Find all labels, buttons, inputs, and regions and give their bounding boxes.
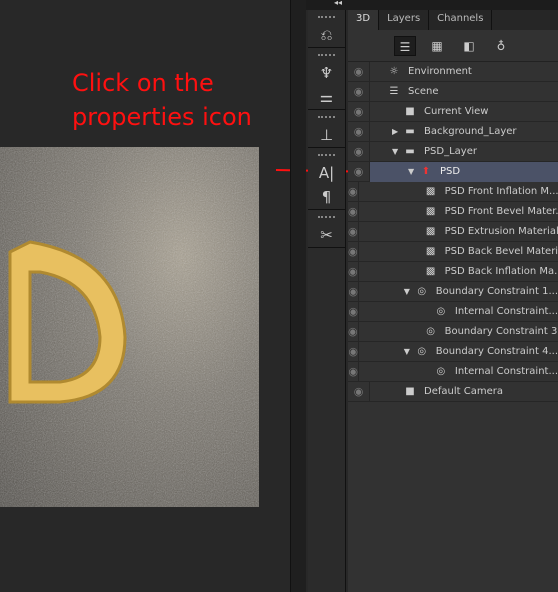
3d-render-image [0, 147, 259, 507]
visibility-eye-icon[interactable]: ◉ [348, 361, 360, 382]
tree-row-label: Boundary Constraint 1... [435, 286, 558, 297]
document-canvas[interactable]: Click on the properties icon [0, 0, 290, 592]
tool-presets-icon[interactable]: ✂ [308, 223, 345, 247]
filter-light-icon[interactable]: ♁ [490, 36, 512, 56]
tree-row[interactable]: ◉ ▩ PSD Front Inflation M... [348, 181, 558, 202]
3d-panel: 3D Layers Channels ☰ ▦ ◧ ♁ ◉ ☼ Environme… [348, 10, 558, 592]
scene-icon: ☰ [389, 86, 399, 97]
visibility-eye-icon[interactable]: ◉ [348, 61, 370, 82]
tree-row-label: Default Camera [424, 386, 503, 397]
expand-toggle[interactable]: ▼ [404, 347, 414, 356]
letter-d-render [0, 147, 259, 507]
filter-material-icon[interactable]: ◧ [458, 36, 480, 56]
tree-row[interactable]: ◉ ▩ PSD Back Bevel Material [348, 241, 558, 262]
visibility-eye-icon[interactable]: ◉ [348, 301, 360, 322]
annotation-line: properties icon [72, 103, 252, 131]
tree-row-label: Scene [408, 86, 439, 97]
material-icon: ▩ [425, 206, 436, 217]
folder-icon: ▬ [405, 146, 415, 157]
visibility-eye-icon[interactable]: ◉ [348, 161, 370, 182]
camera-icon: ■ [405, 386, 415, 397]
tree-row[interactable]: ◉ ▼ ◎ Boundary Constraint 1... [348, 281, 558, 302]
material-icon: ▩ [425, 266, 436, 277]
constraint-icon: ◎ [417, 286, 427, 297]
collapse-icon[interactable]: ◂◂ [334, 0, 342, 7]
tutorial-annotation: Click on the properties icon [72, 66, 252, 134]
visibility-eye-icon[interactable]: ◉ [348, 341, 360, 362]
tree-row-label: PSD [440, 166, 461, 177]
tree-row-label: Current View [424, 106, 489, 117]
tree-row-label: Internal Constraint... [454, 306, 558, 317]
panel-collapse-bar[interactable]: ◂◂ [306, 0, 558, 10]
panel-dock: ⎌ ♆ ⚌ ⊥ A| ¶ ✂ [308, 10, 346, 592]
paragraph-icon[interactable]: ¶ [308, 185, 345, 209]
tree-row-label: PSD Back Bevel Material [444, 246, 558, 257]
tree-row-label: PSD_Layer [424, 146, 477, 157]
material-icon: ▩ [425, 246, 436, 257]
canvas-scrollbar[interactable] [290, 0, 306, 592]
annotation-line: Click on the [72, 69, 214, 97]
visibility-eye-icon[interactable]: ◉ [348, 141, 370, 162]
material-icon: ▩ [425, 226, 436, 237]
tree-row-label: PSD Extrusion Material [444, 226, 558, 237]
tab-layers[interactable]: Layers [379, 10, 430, 30]
scene-tree: ◉ ☼ Environment ◉ ☰ Scene ◉ ■ Current View… [348, 61, 558, 402]
tree-row[interactable]: ◉ ◎ Internal Constraint... [348, 361, 558, 382]
environment-icon: ☼ [389, 66, 399, 77]
tree-row[interactable]: ◉ ▼ ⬆ PSD [348, 161, 558, 182]
tree-row[interactable]: ◉ ▼ ▬ PSD_Layer [348, 141, 558, 162]
tree-row[interactable]: ◉ ◎ Boundary Constraint 3... [348, 321, 558, 342]
visibility-eye-icon[interactable]: ◉ [348, 121, 370, 142]
material-icon: ▩ [425, 186, 436, 197]
expand-toggle[interactable]: ▼ [404, 287, 414, 296]
constraint-icon: ◎ [436, 306, 446, 317]
character-icon[interactable]: A| [308, 161, 345, 185]
constraint-icon: ◎ [436, 366, 446, 377]
folder-icon: ▬ [405, 126, 415, 137]
expand-toggle[interactable]: ▼ [392, 147, 402, 156]
mesh-icon: ⬆ [421, 166, 431, 177]
tab-channels[interactable]: Channels [429, 10, 493, 30]
tree-row-label: Boundary Constraint 4... [435, 346, 558, 357]
constraint-icon: ◎ [426, 326, 435, 337]
expand-toggle[interactable]: ▶ [392, 127, 402, 136]
visibility-eye-icon[interactable]: ◉ [348, 321, 359, 342]
tree-row-label: PSD Front Inflation M... [444, 186, 558, 197]
constraint-icon: ◎ [417, 346, 427, 357]
filter-scene-icon[interactable]: ☰ [394, 35, 416, 56]
visibility-eye-icon[interactable]: ◉ [348, 381, 370, 402]
tree-row[interactable]: ◉ ▩ PSD Extrusion Material [348, 221, 558, 242]
history-icon[interactable]: ⎌ [308, 23, 345, 47]
camera-icon: ■ [405, 106, 415, 117]
tree-row-label: PSD Back Inflation Ma... [444, 266, 558, 277]
tree-row[interactable]: ◉ ■ Current View [348, 101, 558, 122]
visibility-eye-icon[interactable]: ◉ [348, 241, 359, 262]
tab-3d[interactable]: 3D [348, 10, 380, 30]
visibility-eye-icon[interactable]: ◉ [348, 261, 359, 282]
expand-toggle[interactable]: ▼ [408, 167, 418, 176]
filter-mesh-icon[interactable]: ▦ [426, 36, 448, 56]
tree-row[interactable]: ◉ ▼ ◎ Boundary Constraint 4... [348, 341, 558, 362]
clone-source-icon[interactable]: ⊥ [308, 123, 345, 147]
tree-row[interactable]: ◉ ▩ PSD Back Inflation Ma... [348, 261, 558, 282]
visibility-eye-icon[interactable]: ◉ [348, 201, 359, 222]
tree-row[interactable]: ◉ ◎ Internal Constraint... [348, 301, 558, 322]
tree-row-label: Boundary Constraint 3... [444, 326, 558, 337]
tree-row[interactable]: ◉ ■ Default Camera [348, 381, 558, 402]
tree-row-label: Background_Layer [424, 126, 517, 137]
tree-row[interactable]: ◉ ☼ Environment [348, 61, 558, 82]
visibility-eye-icon[interactable]: ◉ [348, 221, 359, 242]
visibility-eye-icon[interactable]: ◉ [348, 81, 370, 102]
tree-row-label: Environment [408, 66, 472, 77]
tree-row[interactable]: ◉ ▶ ▬ Background_Layer [348, 121, 558, 142]
visibility-eye-icon[interactable]: ◉ [348, 181, 359, 202]
brush-presets-icon[interactable]: ⚌ [308, 85, 345, 109]
tree-row-label: PSD Front Bevel Mater... [444, 206, 558, 217]
tree-row[interactable]: ◉ ▩ PSD Front Bevel Mater... [348, 201, 558, 222]
visibility-eye-icon[interactable]: ◉ [348, 101, 370, 122]
brushes-icon[interactable]: ♆ [308, 61, 345, 85]
tree-row-label: Internal Constraint... [454, 366, 558, 377]
visibility-eye-icon[interactable]: ◉ [348, 281, 360, 302]
tree-row[interactable]: ◉ ☰ Scene [348, 81, 558, 102]
